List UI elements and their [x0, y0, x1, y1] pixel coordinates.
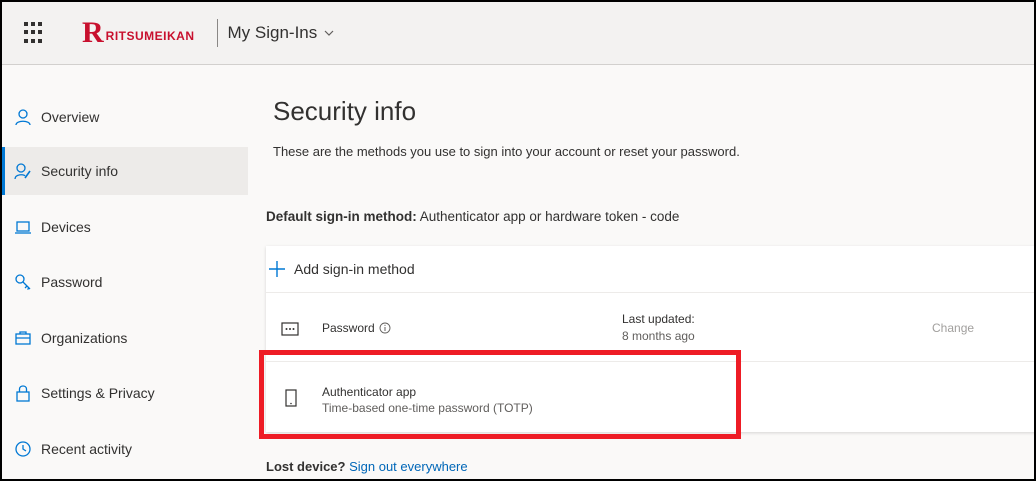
- main-content: Security info These are the methods you …: [248, 66, 1034, 479]
- authenticator-method-name: Authenticator app: [322, 385, 417, 399]
- laptop-icon: [14, 218, 32, 236]
- methods-card: Add sign-in method Password Last updated…: [266, 246, 1034, 432]
- app-frame: R RITSUMEIKAN My Sign-Ins Overview Secur…: [0, 0, 1036, 481]
- app-launcher-icon[interactable]: [24, 22, 46, 44]
- method-name: Password: [322, 321, 375, 335]
- ritsumeikan-logo[interactable]: R RITSUMEIKAN: [82, 18, 195, 48]
- sign-out-everywhere-link[interactable]: Sign out everywhere: [349, 459, 468, 474]
- lock-icon: [14, 384, 32, 402]
- sidebar-item-security-info[interactable]: Security info: [2, 147, 248, 195]
- method-row-password: Password Last updated: 8 months ago Chan…: [266, 294, 1034, 362]
- phone-icon: [285, 389, 297, 407]
- sidebar-item-recent-activity[interactable]: Recent activity: [2, 425, 248, 473]
- sidebar: Overview Security info Devices Password …: [2, 66, 248, 479]
- logo-mark: R: [82, 16, 104, 49]
- sidebar-item-label: Overview: [41, 109, 100, 125]
- last-updated-value: 8 months ago: [622, 329, 695, 343]
- authenticator-method-description: Time-based one-time password (TOTP): [322, 401, 533, 415]
- sidebar-item-devices[interactable]: Devices: [2, 203, 248, 251]
- chevron-down-icon: [324, 30, 334, 36]
- person-icon: [14, 108, 32, 126]
- sidebar-item-settings-privacy[interactable]: Settings & Privacy: [2, 369, 248, 417]
- last-updated-label: Last updated:: [622, 312, 695, 326]
- info-icon[interactable]: [379, 322, 391, 334]
- default-sign-in-method: Default sign-in method: Authenticator ap…: [266, 209, 679, 224]
- top-bar: R RITSUMEIKAN My Sign-Ins: [2, 2, 1034, 65]
- sidebar-item-label: Security info: [41, 163, 119, 179]
- sidebar-item-label: Devices: [41, 219, 91, 235]
- add-method-label: Add sign-in method: [294, 261, 415, 277]
- lost-device-line: Lost device? Sign out everywhere: [266, 459, 468, 474]
- sidebar-item-label: Recent activity: [41, 441, 133, 457]
- password-method-name: Password: [322, 321, 391, 335]
- lost-device-label: Lost device?: [266, 459, 346, 474]
- logo-text: RITSUMEIKAN: [105, 29, 195, 43]
- sidebar-item-label: Organizations: [41, 330, 128, 346]
- sidebar-item-organizations[interactable]: Organizations: [2, 314, 248, 362]
- app-title-dropdown[interactable]: My Sign-Ins: [228, 23, 336, 43]
- add-sign-in-method-button[interactable]: Add sign-in method: [266, 246, 1034, 293]
- plus-icon: [269, 261, 285, 277]
- briefcase-icon: [14, 329, 32, 347]
- sidebar-item-overview[interactable]: Overview: [2, 93, 248, 141]
- sidebar-item-label: Password: [41, 274, 103, 290]
- method-row-authenticator: Authenticator app Time-based one-time pa…: [266, 363, 1034, 432]
- page-subtitle: These are the methods you use to sign in…: [273, 144, 740, 159]
- default-method-value: Authenticator app or hardware token - co…: [419, 209, 680, 224]
- change-password-link[interactable]: Change: [932, 321, 974, 335]
- password-dots-icon: [281, 322, 299, 336]
- sidebar-item-password[interactable]: Password: [2, 258, 248, 306]
- app-title: My Sign-Ins: [227, 23, 318, 42]
- key-icon: [14, 273, 32, 291]
- page-title: Security info: [273, 96, 417, 126]
- default-method-label: Default sign-in method:: [266, 209, 417, 224]
- history-icon: [14, 440, 32, 458]
- sidebar-item-label: Settings & Privacy: [41, 385, 155, 401]
- header-divider: [216, 19, 218, 47]
- security-info-icon: [14, 162, 32, 180]
